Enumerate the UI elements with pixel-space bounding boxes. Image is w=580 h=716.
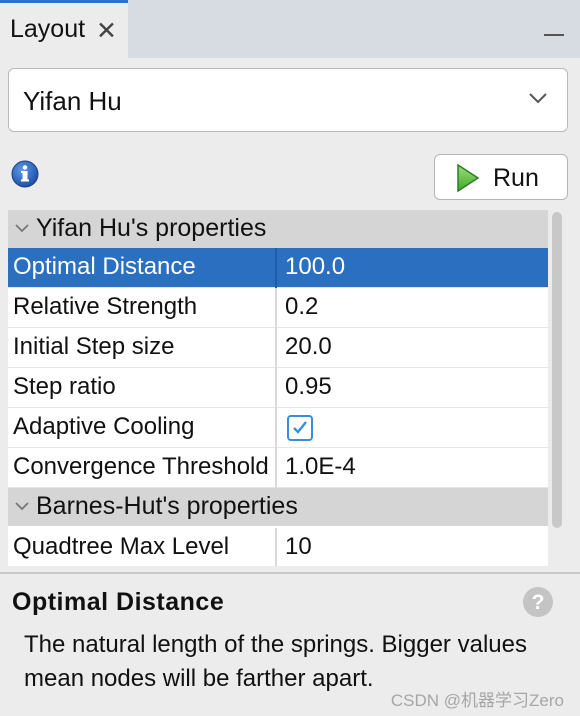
chevron-down-icon [15, 502, 29, 511]
run-button[interactable]: Run [434, 154, 568, 200]
property-row-initial-step-size[interactable]: Initial Step size 20.0 [8, 328, 548, 368]
property-row-optimal-distance[interactable]: Optimal Distance 100.0 [8, 248, 548, 288]
section-label: Yifan Hu's properties [36, 214, 267, 242]
adaptive-cooling-checkbox[interactable] [287, 415, 313, 441]
tab-layout[interactable]: Layout ✕ [0, 0, 128, 58]
property-sheet: Yifan Hu's properties Optimal Distance 1… [8, 210, 548, 566]
description-title: Optimal Distance [12, 588, 225, 616]
svg-text:?: ? [532, 591, 545, 614]
section-header-barnes-hut[interactable]: Barnes-Hut's properties [8, 488, 548, 526]
chevron-down-icon [529, 93, 547, 104]
property-value[interactable]: 10 [279, 528, 548, 566]
property-row-adaptive-cooling[interactable]: Adaptive Cooling [8, 408, 548, 448]
info-icon[interactable] [10, 159, 40, 189]
property-value[interactable]: 0.95 [279, 368, 548, 408]
tab-strip: Layout ✕ [0, 0, 580, 58]
property-value[interactable]: 0.2 [279, 288, 548, 328]
property-row-relative-strength[interactable]: Relative Strength 0.2 [8, 288, 548, 328]
property-value[interactable]: 1.0E-4 [279, 448, 548, 488]
watermark: CSDN @机器学习Zero [390, 691, 564, 710]
play-icon [457, 163, 480, 193]
property-row-quadtree-max-level[interactable]: Quadtree Max Level 10 [8, 528, 548, 566]
property-value[interactable]: 20.0 [279, 328, 548, 368]
checkmark-icon [293, 421, 307, 434]
property-name: Optimal Distance [8, 248, 277, 288]
run-label: Run [493, 164, 539, 192]
property-name: Step ratio [8, 368, 277, 408]
scrollbar-thumb[interactable] [552, 212, 562, 528]
tab-label: Layout [10, 15, 86, 43]
property-sheet-scrollbar[interactable] [549, 210, 565, 566]
property-row-convergence-threshold[interactable]: Convergence Threshold 1.0E-4 [8, 448, 548, 488]
property-name: Initial Step size [8, 328, 277, 368]
property-name: Convergence Threshold [8, 448, 277, 488]
property-name: Adaptive Cooling [8, 408, 277, 448]
help-icon[interactable]: ? [522, 586, 554, 618]
property-name: Quadtree Max Level [8, 528, 277, 566]
layout-algorithm-select[interactable]: Yifan Hu [8, 68, 568, 132]
algorithm-selected-value: Yifan Hu [23, 86, 122, 116]
section-label: Barnes-Hut's properties [36, 492, 298, 520]
chevron-down-icon [15, 224, 29, 233]
section-header-yifan-hu[interactable]: Yifan Hu's properties [8, 210, 548, 248]
property-value [279, 408, 548, 448]
property-value[interactable]: 100.0 [279, 248, 548, 288]
property-row-step-ratio[interactable]: Step ratio 0.95 [8, 368, 548, 408]
minimize-icon[interactable] [544, 34, 564, 36]
panel-divider[interactable] [0, 572, 580, 574]
property-name: Relative Strength [8, 288, 277, 328]
close-icon[interactable]: ✕ [96, 16, 117, 46]
